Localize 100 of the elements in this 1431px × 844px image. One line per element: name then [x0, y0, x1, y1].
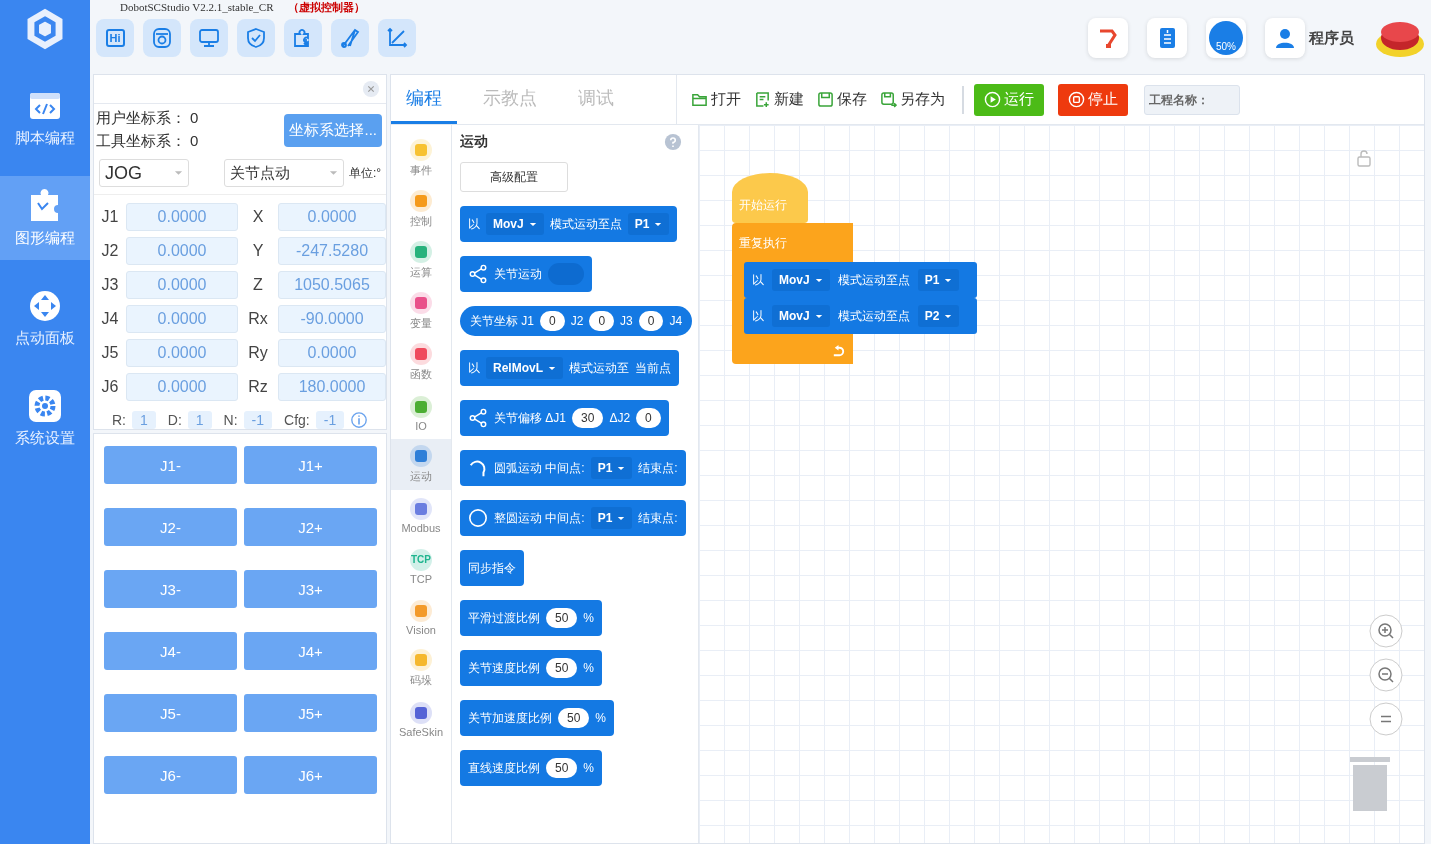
category-item[interactable]: SafeSkin — [391, 694, 451, 745]
category-item[interactable]: Vision — [391, 592, 451, 643]
block-dropdown[interactable]: P1 — [917, 269, 960, 291]
block-dropdown[interactable]: P1 — [590, 457, 633, 479]
category-item[interactable]: IO — [391, 388, 451, 439]
code-block[interactable]: 关节偏移 ΔJ1 30 ΔJ2 0 — [460, 400, 669, 436]
tool-puzzle-button[interactable] — [284, 19, 322, 57]
number-input[interactable]: 30 — [572, 408, 604, 428]
new-file-icon — [754, 91, 771, 108]
category-item[interactable]: 变量 — [391, 286, 451, 337]
jog-minus-button[interactable]: J5- — [104, 694, 237, 732]
notebook-button[interactable] — [1147, 18, 1187, 58]
number-input[interactable]: 50 — [558, 708, 590, 728]
jog-plus-button[interactable]: J2+ — [244, 508, 377, 546]
pose-value: -90.0000 — [278, 305, 386, 333]
code-block[interactable]: 平滑过渡比例 50 % — [460, 600, 603, 636]
jog-minus-button[interactable]: J1- — [104, 446, 237, 484]
tool-shield-button[interactable] — [237, 19, 275, 57]
number-input[interactable]: 0 — [638, 311, 664, 331]
category-icon — [415, 246, 427, 258]
block-dropdown[interactable]: P2 — [917, 305, 960, 327]
lock-icon[interactable] — [1356, 149, 1372, 167]
number-input[interactable]: 0 — [540, 311, 565, 331]
tool-arm-button[interactable] — [331, 19, 369, 57]
category-icon — [415, 297, 427, 309]
tool-axis-button[interactable] — [378, 19, 416, 57]
mode-dropdown[interactable]: JOG — [99, 159, 189, 187]
loop-block[interactable]: 重复执行 以 MovJ 模式运动至点 P1 以 MovJ 模式运动至点 P2 — [732, 223, 977, 364]
block-dropdown[interactable]: MovJ — [486, 213, 544, 235]
sidebar-item[interactable]: 点动面板 — [0, 276, 90, 360]
category-item[interactable]: 控制 — [391, 184, 451, 235]
category-item[interactable]: 码垛 — [391, 643, 451, 694]
code-block[interactable]: 关节速度比例 50 % — [460, 650, 603, 686]
category-item[interactable]: 运算 — [391, 235, 451, 286]
block-dropdown[interactable]: P1 — [627, 213, 670, 235]
jog-plus-button[interactable]: J5+ — [244, 694, 377, 732]
frame-select-button[interactable]: 坐标系选择... — [284, 113, 382, 147]
category-item[interactable]: 事件 — [391, 133, 451, 184]
code-block[interactable]: 以 MovJ 模式运动至点 P2 — [744, 298, 977, 334]
user-button[interactable] — [1265, 18, 1305, 58]
advanced-config-button[interactable]: 高级配置 — [460, 162, 568, 192]
jog-plus-button[interactable]: J3+ — [244, 570, 377, 608]
zoom-out-icon[interactable] — [1368, 657, 1404, 693]
code-block[interactable]: 关节运动 — [460, 256, 592, 292]
sidebar-item[interactable]: 脚本编程 — [0, 76, 90, 160]
caret-icon — [329, 170, 338, 176]
user-icon — [1273, 26, 1297, 50]
block-label: 以 — [752, 307, 764, 325]
block-dropdown[interactable]: MovJ — [772, 269, 830, 291]
code-block[interactable]: 关节加速度比例 50 % — [460, 700, 615, 736]
jog-minus-button[interactable]: J2- — [104, 508, 237, 546]
robot-arm-button[interactable] — [1088, 18, 1128, 58]
code-block[interactable]: 以 RelMovL 模式运动至 当前点 — [460, 350, 679, 386]
speed-gauge-button[interactable]: 50% — [1206, 18, 1246, 58]
number-input[interactable]: 0 — [589, 311, 615, 331]
tab[interactable]: 编程 — [391, 75, 457, 124]
arc-icon — [468, 458, 488, 478]
jog-plus-button[interactable]: J4+ — [244, 632, 377, 670]
number-input[interactable]: 50 — [546, 758, 578, 778]
sidebar-item[interactable]: 系统设置 — [0, 376, 90, 460]
category-item[interactable]: 运动 — [391, 439, 451, 490]
number-input[interactable]: 0 — [636, 408, 661, 428]
open-button[interactable]: 打开 — [691, 88, 748, 111]
jog-plus-button[interactable]: J1+ — [244, 446, 377, 484]
tool-hi-button[interactable]: Hi — [96, 19, 134, 57]
code-block[interactable]: 以 MovJ 模式运动至点 P1 — [460, 206, 678, 242]
zoom-in-icon[interactable] — [1368, 613, 1404, 649]
jog-plus-button[interactable]: J6+ — [244, 756, 377, 794]
pose-value: 0.0000 — [278, 203, 386, 231]
block-dropdown[interactable]: MovJ — [772, 305, 830, 327]
block-dropdown[interactable]: P1 — [590, 507, 633, 529]
close-icon[interactable] — [362, 80, 380, 98]
code-block[interactable]: 同步指令 — [460, 550, 524, 586]
category-item[interactable]: 函数 — [391, 337, 451, 388]
run-button[interactable]: 运行 — [974, 83, 1044, 116]
number-input[interactable]: 50 — [546, 658, 578, 678]
save-button[interactable]: 保存 — [817, 88, 874, 111]
joint-value: 0.0000 — [126, 237, 238, 265]
code-block[interactable]: 圆弧运动 中间点: P1 结束点: — [460, 450, 686, 486]
info-icon[interactable] — [350, 411, 369, 429]
category-item[interactable]: TCP TCP — [391, 541, 451, 592]
code-block[interactable]: 关节坐标 J1 0 J2 0 J3 0 J4 — [460, 306, 693, 336]
tool-monitor-button[interactable] — [190, 19, 228, 57]
category-item[interactable]: Modbus — [391, 490, 451, 541]
project-name-field[interactable]: 工程名称： — [1144, 84, 1240, 115]
saveas-button[interactable]: 另存为 — [880, 88, 952, 111]
block-dropdown[interactable]: RelMovL — [486, 357, 563, 379]
code-block[interactable]: 整圆运动 中间点: P1 结束点: — [460, 500, 686, 536]
jog-minus-button[interactable]: J4- — [104, 632, 237, 670]
sidebar-item[interactable]: 图形编程 — [0, 176, 90, 260]
jog-type-dropdown[interactable]: 关节点动 — [224, 159, 344, 187]
stop-button[interactable]: 停止 — [1058, 83, 1128, 116]
code-block[interactable]: 直线速度比例 50 % — [460, 750, 603, 786]
new-button[interactable]: 新建 — [754, 88, 811, 111]
tool-camera-button[interactable] — [143, 19, 181, 57]
block-label: ΔJ2 — [609, 411, 631, 425]
number-input[interactable]: 50 — [546, 608, 578, 628]
code-block[interactable]: 以 MovJ 模式运动至点 P1 — [744, 262, 977, 298]
jog-minus-button[interactable]: J6- — [104, 756, 237, 794]
jog-minus-button[interactable]: J3- — [104, 570, 237, 608]
